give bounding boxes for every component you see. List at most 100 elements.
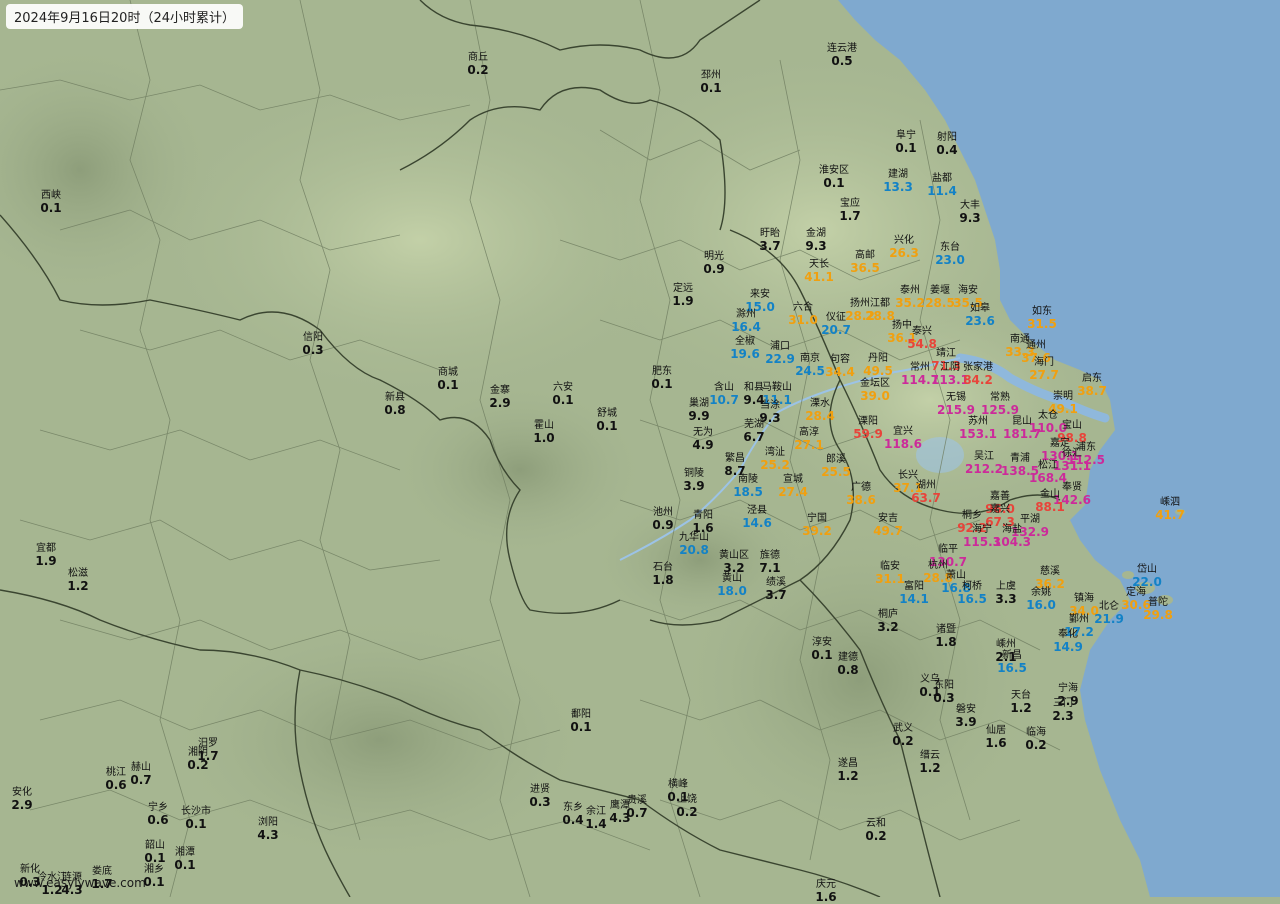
station-rainfall-value: 25.5 (821, 465, 851, 479)
station-marker: 三门 2.3 (1052, 698, 1073, 722)
station-marker: 诸暨 1.8 (935, 624, 956, 648)
station-rainfall-value: 27.7 (1029, 368, 1059, 382)
station-marker: 含山 10.7 (709, 382, 739, 406)
station-rainfall-value: 1.8 (652, 573, 674, 587)
station-rainfall-value: 0.4 (936, 143, 958, 157)
station-marker: 商城 0.1 (437, 367, 458, 391)
station-marker: 无锡 215.9 (937, 392, 975, 416)
station-rainfall-value: 27.4 (778, 485, 808, 499)
station-marker: 宁国 39.2 (802, 513, 832, 537)
station-marker: 吴江 212.2 (965, 451, 1003, 475)
station-rainfall-value: 0.1 (570, 720, 592, 734)
station-rainfall-value: 49.7 (873, 524, 903, 538)
station-rainfall-value: 14.1 (899, 592, 929, 606)
station-rainfall-value: 3.7 (759, 239, 781, 253)
station-rainfall-value: 18.0 (717, 584, 747, 598)
station-marker: 松滋 1.2 (67, 568, 88, 592)
station-rainfall-value: 14.9 (1053, 640, 1083, 654)
station-rainfall-value: 0.1 (895, 141, 917, 155)
station-rainfall-value: 0.1 (144, 851, 166, 865)
station-marker: 舒城 0.1 (596, 408, 617, 432)
station-rainfall-value: 11.4 (927, 184, 957, 198)
station-rainfall-value: 29.8 (1143, 608, 1173, 622)
station-rainfall-value: 0.2 (467, 63, 489, 77)
station-marker: 临海 0.2 (1025, 727, 1046, 751)
station-marker: 泾县 14.6 (742, 505, 772, 529)
station-marker: 芜湖 6.7 (743, 419, 764, 443)
station-marker: 黄山 18.0 (717, 573, 747, 597)
station-marker: 丹阳 49.5 (863, 353, 893, 377)
station-marker: 宣城 27.4 (778, 474, 808, 498)
station-marker: 缙云 1.2 (919, 750, 940, 774)
station-rainfall-value: 153.1 (959, 427, 997, 441)
station-rainfall-value: 1.9 (35, 554, 57, 568)
station-marker: 上饶 0.2 (676, 794, 697, 818)
station-marker: 涟源 4.3 (61, 872, 82, 896)
station-marker: 湘阴 0.2 (187, 747, 208, 771)
station-marker: 高淳 27.1 (794, 427, 824, 451)
station-rainfall-value: 0.1 (651, 377, 673, 391)
station-rainfall-value: 18.5 (733, 485, 763, 499)
station-rainfall-value: 88.1 (1035, 500, 1065, 514)
station-rainfall-value: 35.2 (895, 296, 925, 310)
station-marker: 江都 28.8 (865, 298, 895, 322)
station-rainfall-value: 19.6 (730, 347, 760, 361)
station-rainfall-value: 1.2 (67, 579, 89, 593)
station-rainfall-value: 0.4 (562, 813, 584, 827)
station-rainfall-value: 1.2 (837, 769, 859, 783)
station-marker: 贵溪 0.7 (626, 795, 647, 819)
station-rainfall-value: 13.3 (883, 180, 913, 194)
station-rainfall-value: 20.7 (821, 323, 851, 337)
station-marker: 奉化 14.9 (1053, 629, 1083, 653)
station-marker: 射阳 0.4 (936, 132, 957, 156)
station-marker: 岱山 22.0 (1132, 564, 1162, 588)
station-rainfall-value: 0.1 (437, 378, 459, 392)
station-rainfall-value: 28.4 (805, 409, 835, 423)
station-marker: 新昌 16.5 (997, 650, 1027, 674)
station-marker: 青阳 1.6 (692, 510, 713, 534)
station-rainfall-value: 27.1 (794, 438, 824, 452)
station-rainfall-value: 0.7 (130, 773, 152, 787)
station-rainfall-value: 16.4 (731, 320, 761, 334)
station-marker: 进贤 0.3 (529, 784, 550, 808)
station-marker: 建德 0.8 (837, 652, 858, 676)
station-rainfall-value: 4.3 (61, 883, 83, 897)
station-marker: 九华山 20.8 (679, 532, 709, 556)
station-marker: 金寨 2.9 (489, 385, 510, 409)
station-rainfall-value: 0.2 (676, 805, 698, 819)
station-marker: 天长 41.1 (804, 259, 834, 283)
station-marker: 淮安区 0.1 (819, 165, 849, 189)
station-marker: 常熟 125.9 (981, 392, 1019, 416)
station-rainfall-value: 34.4 (825, 365, 855, 379)
station-marker: 大丰 9.3 (959, 200, 980, 224)
station-rainfall-value: 104.3 (993, 535, 1031, 549)
station-marker: 南京 24.5 (795, 353, 825, 377)
station-marker: 信阳 0.3 (302, 332, 323, 356)
station-rainfall-value: 3.9 (955, 715, 977, 729)
station-rainfall-value: 1.7 (91, 877, 113, 891)
station-marker: 邳州 0.1 (700, 70, 721, 94)
station-marker: 长沙市 0.1 (181, 806, 211, 830)
station-marker: 铜陵 3.9 (683, 468, 704, 492)
station-rainfall-value: 28.5 (925, 296, 955, 310)
station-rainfall-value: 84.2 (963, 373, 993, 387)
station-marker: 郎溪 25.5 (821, 454, 851, 478)
station-marker: 嵊泗 41.7 (1155, 497, 1185, 521)
station-marker: 巢湖 9.9 (688, 398, 709, 422)
station-rainfall-value: 41.7 (1155, 508, 1185, 522)
station-marker: 阜宁 0.1 (895, 130, 916, 154)
station-rainfall-value: 1.6 (985, 736, 1007, 750)
station-marker: 天台 1.2 (1010, 690, 1031, 714)
station-rainfall-value: 0.8 (837, 663, 859, 677)
station-marker: 普陀 29.8 (1143, 597, 1173, 621)
station-rainfall-value: 22.9 (765, 352, 795, 366)
station-rainfall-value: 0.6 (147, 813, 169, 827)
station-rainfall-value: 23.6 (965, 314, 995, 328)
station-rainfall-value: 1.2 (1010, 701, 1032, 715)
station-rainfall-value: 1.6 (815, 890, 837, 904)
station-rainfall-value: 0.1 (185, 817, 207, 831)
station-rainfall-value: 118.6 (884, 437, 922, 451)
station-marker: 霍山 1.0 (533, 420, 554, 444)
station-rainfall-value: 4.9 (692, 438, 714, 452)
station-marker: 仪征 20.7 (821, 312, 851, 336)
